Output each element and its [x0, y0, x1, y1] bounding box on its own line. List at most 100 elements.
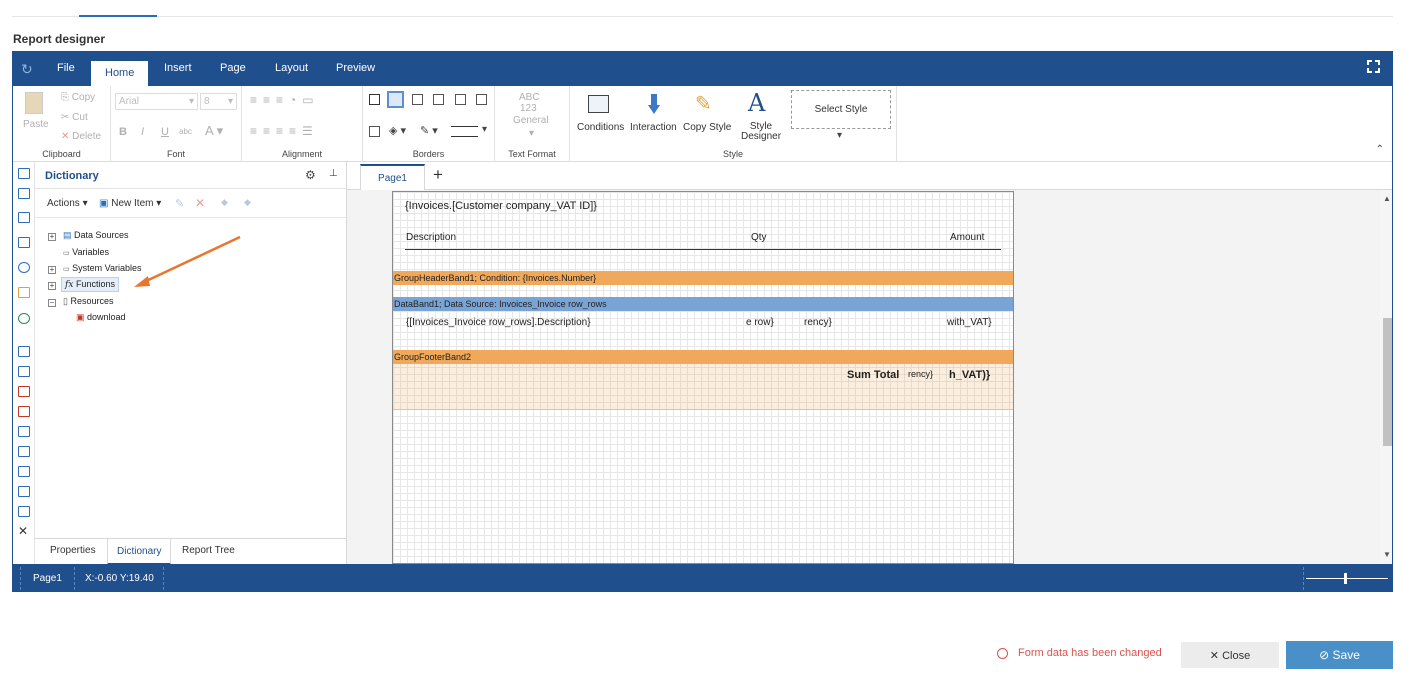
text-format-button[interactable]: General — [513, 115, 549, 126]
tree-item-resources[interactable]: ▯ Resources — [63, 296, 114, 307]
tree-item-download[interactable]: ▣ download — [76, 312, 126, 323]
amount-header[interactable]: Amount — [950, 232, 984, 243]
sum-total-label[interactable]: Sum Total — [847, 369, 899, 381]
border-all-icon[interactable] — [369, 94, 380, 105]
border-color-icon[interactable]: ✎ ▾ — [420, 124, 438, 137]
conditions-button[interactable]: Conditions — [577, 122, 624, 133]
underline-icon[interactable]: U — [161, 126, 169, 138]
actions-button[interactable]: Actions ▾ — [47, 198, 88, 209]
tools-icon[interactable]: ✕ — [18, 524, 28, 538]
border-left-icon[interactable] — [412, 94, 423, 105]
tab-file[interactable]: File — [57, 62, 75, 74]
group-header-band[interactable]: GroupHeaderBand1; Condition: {Invoices.N… — [393, 271, 1013, 285]
move-down-icon[interactable]: ◆ — [244, 197, 251, 208]
chevron-down-icon[interactable]: ▾ — [837, 130, 842, 141]
page-header-icon[interactable] — [18, 346, 30, 357]
row-currency-field[interactable]: rency} — [804, 317, 832, 328]
map-icon[interactable] — [18, 313, 30, 324]
expand-icon[interactable]: + — [48, 266, 56, 274]
strikethrough-icon[interactable]: abc — [179, 127, 192, 136]
italic-icon[interactable]: I — [141, 126, 144, 138]
tab-layout[interactable]: Layout — [275, 62, 308, 74]
close-button[interactable]: ✕ Close — [1181, 642, 1279, 668]
row-vat-field[interactable]: with_VAT} — [947, 317, 992, 328]
font-color-icon[interactable]: A ▾ — [205, 123, 223, 139]
report-page[interactable]: {Invoices.[Customer company_VAT ID]} Des… — [392, 191, 1014, 564]
cut-button[interactable]: ✂ Cut — [61, 112, 88, 123]
border-style-icon[interactable] — [451, 126, 478, 137]
tab-page[interactable]: Page — [220, 62, 246, 74]
description-header[interactable]: Description — [406, 232, 456, 243]
shapes-icon[interactable] — [18, 262, 30, 273]
tree-item-variables[interactable]: ▭ Variables — [63, 247, 109, 257]
edit-icon[interactable]: ✎ — [175, 197, 184, 210]
expand-icon[interactable]: + — [48, 282, 56, 290]
header-band[interactable]: {Invoices.[Customer company_VAT ID]} Des… — [393, 192, 1013, 266]
font-name-select[interactable]: Arial ▾ — [115, 93, 198, 110]
checkbox-icon[interactable] — [18, 486, 30, 497]
tab-properties[interactable]: Properties — [50, 545, 96, 556]
vertical-align-icons[interactable]: ≡≡≡◔▭ — [250, 93, 320, 107]
band-icon[interactable] — [18, 446, 30, 457]
fill-color-icon[interactable]: ◈ ▾ — [389, 124, 406, 137]
text-icon[interactable] — [18, 366, 30, 377]
qty-header[interactable]: Qty — [751, 232, 767, 243]
vat-id-field[interactable]: {Invoices.[Customer company_VAT ID]} — [405, 200, 597, 212]
data-band[interactable]: DataBand1; Data Source: Invoices_Invoice… — [393, 297, 1013, 311]
chevron-down-icon[interactable]: ▾ — [529, 128, 534, 139]
report-title-icon[interactable] — [18, 168, 30, 179]
row-qty-field[interactable]: e row} — [746, 317, 774, 328]
border-none-icon[interactable] — [369, 126, 380, 137]
table-icon[interactable] — [18, 212, 30, 223]
border-bottom-icon[interactable] — [476, 94, 487, 105]
collapse-icon[interactable]: − — [48, 299, 56, 307]
tab-preview[interactable]: Preview — [336, 62, 375, 74]
group-footer-band[interactable]: GroupFooterBand2 — [393, 350, 1013, 364]
tab-insert[interactable]: Insert — [164, 62, 192, 74]
sub-report-icon[interactable] — [18, 466, 30, 477]
delete-button[interactable]: ✕ Delete — [61, 131, 101, 142]
scroll-up-icon[interactable]: ▲ — [1383, 194, 1391, 203]
sum-currency-field[interactable]: rency} — [908, 369, 933, 379]
copy-button[interactable]: ⎘ Copy — [61, 92, 95, 103]
copy-style-button[interactable]: Copy Style — [683, 122, 731, 133]
delete-icon[interactable]: ✕ — [195, 196, 205, 210]
panel-icon[interactable] — [18, 426, 30, 437]
chevron-down-icon[interactable]: ▾ — [482, 124, 487, 135]
border-selected-icon[interactable] — [387, 91, 404, 108]
tab-dictionary[interactable]: Dictionary — [107, 539, 172, 565]
move-up-icon[interactable]: ◆ — [221, 197, 228, 208]
rich-text-icon[interactable] — [18, 386, 30, 397]
image-icon[interactable] — [18, 406, 30, 417]
vertical-scrollbar[interactable]: ▲ ▼ — [1380, 190, 1392, 564]
chart-icon[interactable] — [18, 287, 30, 298]
save-button[interactable]: ⊘ Save — [1286, 641, 1393, 669]
style-designer-button[interactable]: Style Designer — [741, 122, 781, 142]
fullscreen-icon[interactable] — [1367, 60, 1380, 73]
new-item-button[interactable]: ▣ New Item ▾ — [99, 198, 161, 209]
header-band-icon[interactable] — [18, 188, 30, 199]
collapse-ribbon-icon[interactable]: ⌃ — [1376, 144, 1384, 155]
border-right-icon[interactable] — [455, 94, 466, 105]
row-description-field[interactable]: {[Invoices_Invoice row_rows].Description… — [406, 317, 591, 328]
bold-icon[interactable]: B — [119, 126, 127, 138]
undo-icon[interactable]: ↻ — [21, 61, 33, 78]
tree-item-functions[interactable]: fx Functions — [61, 277, 119, 292]
tree-item-data-sources[interactable]: ▤ Data Sources — [63, 230, 129, 241]
pin-icon[interactable]: ⊥ — [329, 168, 338, 179]
cross-tab-icon[interactable] — [18, 237, 30, 248]
select-style-box[interactable]: Select Style — [791, 90, 891, 129]
horizontal-align-icons[interactable]: ≡≡≡≡☰ — [250, 124, 319, 138]
scroll-thumb[interactable] — [1383, 318, 1392, 446]
tab-report-tree[interactable]: Report Tree — [182, 545, 235, 556]
border-top-icon[interactable] — [433, 94, 444, 105]
add-page-icon[interactable]: + — [433, 165, 443, 185]
scroll-down-icon[interactable]: ▼ — [1383, 550, 1391, 559]
tab-home[interactable]: Home — [91, 61, 149, 86]
font-size-select[interactable]: 8 ▾ — [200, 93, 237, 110]
paste-button[interactable]: Paste — [23, 119, 49, 130]
picture-icon[interactable] — [18, 506, 30, 517]
sum-vat-field[interactable]: h_VAT)} — [949, 369, 990, 381]
zoom-slider[interactable] — [1306, 578, 1388, 579]
tab-page1[interactable]: Page1 — [360, 164, 425, 190]
